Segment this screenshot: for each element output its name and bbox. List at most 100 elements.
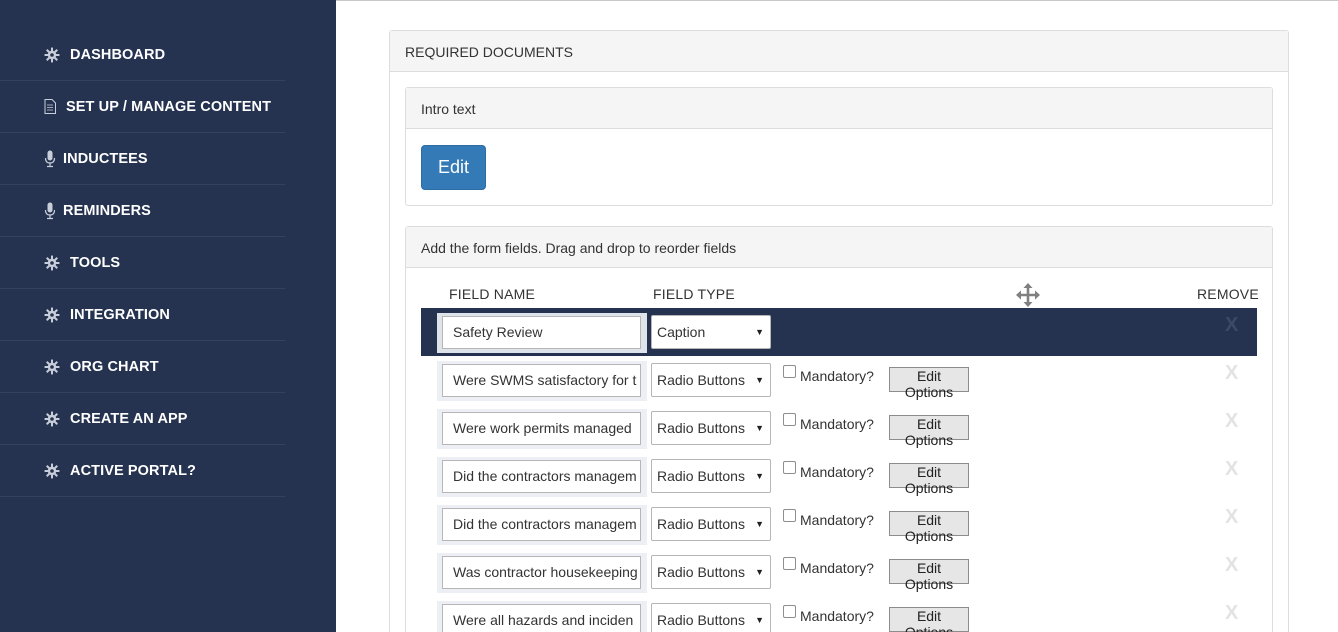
intro-panel-title: Intro text: [406, 88, 1272, 129]
table-row[interactable]: Was contractor housekeeping Radio Button…: [421, 548, 1257, 596]
field-name-input[interactable]: Did the contractors managem: [442, 508, 641, 541]
field-name-input[interactable]: Was contractor housekeeping: [442, 556, 641, 589]
mandatory-label: Mandatory?: [800, 512, 874, 528]
sidebar-item-label: INTEGRATION: [70, 306, 170, 323]
mandatory-checkbox[interactable]: [783, 461, 796, 474]
field-name-cell: Were all hazards and inciden: [437, 601, 647, 632]
sidebar: DASHBOARD SET UP / MANAGE CONTENT INDUCT…: [0, 0, 336, 632]
edit-options-button[interactable]: Edit Options: [889, 367, 969, 400]
sidebar-item-inductees[interactable]: INDUCTEES: [0, 133, 285, 185]
table-row[interactable]: Were work permits managed Radio Buttons …: [421, 404, 1257, 452]
field-name-input[interactable]: Were work permits managed: [442, 412, 641, 445]
fields-panel-title: Add the form fields. Drag and drop to re…: [406, 227, 1272, 268]
sidebar-item-label: CREATE AN APP: [70, 410, 188, 427]
mandatory-checkbox-label[interactable]: Mandatory?: [783, 605, 874, 624]
sidebar-item-org-chart[interactable]: ORG CHART: [0, 341, 285, 393]
gear-icon: [43, 462, 61, 480]
sidebar-item-label: TOOLS: [70, 254, 121, 271]
edit-options-button[interactable]: Edit Options: [889, 463, 969, 496]
edit-options-button[interactable]: Edit Options: [889, 607, 969, 632]
column-header-field-type: FIELD TYPE: [653, 286, 735, 302]
field-type-value: Radio Buttons: [657, 372, 745, 388]
mandatory-label: Mandatory?: [800, 368, 874, 384]
dropdown-caret-icon: ▼: [755, 471, 764, 481]
dropdown-caret-icon: ▼: [755, 567, 764, 577]
field-name-cell: Safety Review: [437, 313, 647, 353]
table-row[interactable]: Were all hazards and inciden Radio Butto…: [421, 596, 1257, 632]
field-type-select[interactable]: Radio Buttons ▼: [651, 411, 771, 445]
mandatory-checkbox[interactable]: [783, 413, 796, 426]
field-type-select[interactable]: Radio Buttons ▼: [651, 603, 771, 632]
field-name-cell: Did the contractors managem: [437, 505, 647, 545]
field-type-value: Radio Buttons: [657, 564, 745, 580]
mandatory-checkbox[interactable]: [783, 557, 796, 570]
field-type-value: Caption: [657, 324, 706, 340]
table-row[interactable]: Did the contractors managem Radio Button…: [421, 500, 1257, 548]
dropdown-caret-icon: ▼: [755, 615, 764, 625]
mandatory-checkbox-label[interactable]: Mandatory?: [783, 461, 874, 480]
remove-field-button[interactable]: X: [1225, 506, 1238, 529]
table-row[interactable]: Safety Review Caption ▼ X: [421, 308, 1257, 356]
sidebar-item-reminders[interactable]: REMINDERS: [0, 185, 285, 237]
document-icon: [43, 98, 57, 116]
sidebar-item-active-portal[interactable]: ACTIVE PORTAL?: [0, 445, 285, 497]
intro-text-panel: Intro text Edit: [405, 87, 1273, 206]
sidebar-item-label: SET UP / MANAGE CONTENT: [66, 98, 272, 115]
gear-icon: [43, 254, 61, 272]
table-row[interactable]: Were SWMS satisfactory for t Radio Butto…: [421, 356, 1257, 404]
mandatory-checkbox[interactable]: [783, 365, 796, 378]
remove-field-button[interactable]: X: [1225, 314, 1238, 337]
mandatory-label: Mandatory?: [800, 464, 874, 480]
dropdown-caret-icon: ▼: [755, 327, 764, 337]
remove-field-button[interactable]: X: [1225, 458, 1238, 481]
field-type-select[interactable]: Radio Buttons ▼: [651, 507, 771, 541]
remove-field-button[interactable]: X: [1225, 362, 1238, 385]
field-name-input[interactable]: Were all hazards and inciden: [442, 604, 641, 632]
field-name-cell: Did the contractors managem: [437, 457, 647, 497]
edit-intro-button[interactable]: Edit: [421, 145, 486, 190]
microphone-icon: [43, 202, 57, 220]
edit-options-button[interactable]: Edit Options: [889, 415, 969, 448]
dropdown-caret-icon: ▼: [755, 519, 764, 529]
column-header-field-name: FIELD NAME: [449, 286, 536, 302]
remove-field-button[interactable]: X: [1225, 602, 1238, 625]
gear-icon: [43, 46, 61, 64]
field-type-value: Radio Buttons: [657, 516, 745, 532]
sidebar-item-label: ACTIVE PORTAL?: [70, 462, 196, 479]
mandatory-label: Mandatory?: [800, 560, 874, 576]
move-arrows-icon[interactable]: [1015, 282, 1041, 308]
field-type-select[interactable]: Caption ▼: [651, 315, 771, 349]
mandatory-checkbox-label[interactable]: Mandatory?: [783, 509, 874, 528]
field-type-select[interactable]: Radio Buttons ▼: [651, 363, 771, 397]
field-type-value: Radio Buttons: [657, 468, 745, 484]
edit-options-button[interactable]: Edit Options: [889, 559, 969, 592]
gear-icon: [43, 306, 61, 324]
edit-options-button[interactable]: Edit Options: [889, 511, 969, 544]
field-type-value: Radio Buttons: [657, 420, 745, 436]
field-name-input[interactable]: Safety Review: [442, 316, 641, 349]
sidebar-item-tools[interactable]: TOOLS: [0, 237, 285, 289]
mandatory-checkbox-label[interactable]: Mandatory?: [783, 557, 874, 576]
remove-field-button[interactable]: X: [1225, 410, 1238, 433]
mandatory-checkbox-label[interactable]: Mandatory?: [783, 365, 874, 384]
gear-icon: [43, 410, 61, 428]
mandatory-checkbox[interactable]: [783, 509, 796, 522]
sidebar-item-integration[interactable]: INTEGRATION: [0, 289, 285, 341]
mandatory-checkbox-label[interactable]: Mandatory?: [783, 413, 874, 432]
sidebar-item-setup-manage-content[interactable]: SET UP / MANAGE CONTENT: [0, 81, 285, 133]
microphone-icon: [43, 150, 57, 168]
field-type-select[interactable]: Radio Buttons ▼: [651, 555, 771, 589]
field-name-cell: Were SWMS satisfactory for t: [437, 361, 647, 401]
mandatory-checkbox[interactable]: [783, 605, 796, 618]
remove-field-button[interactable]: X: [1225, 554, 1238, 577]
field-type-select[interactable]: Radio Buttons ▼: [651, 459, 771, 493]
mandatory-label: Mandatory?: [800, 416, 874, 432]
dropdown-caret-icon: ▼: [755, 375, 764, 385]
sidebar-item-label: ORG CHART: [70, 358, 159, 375]
sidebar-item-create-an-app[interactable]: CREATE AN APP: [0, 393, 285, 445]
table-row[interactable]: Did the contractors managem Radio Button…: [421, 452, 1257, 500]
field-name-input[interactable]: Did the contractors managem: [442, 460, 641, 493]
field-name-input[interactable]: Were SWMS satisfactory for t: [442, 364, 641, 397]
sidebar-item-dashboard[interactable]: DASHBOARD: [0, 29, 285, 81]
field-name-cell: Were work permits managed: [437, 409, 647, 449]
